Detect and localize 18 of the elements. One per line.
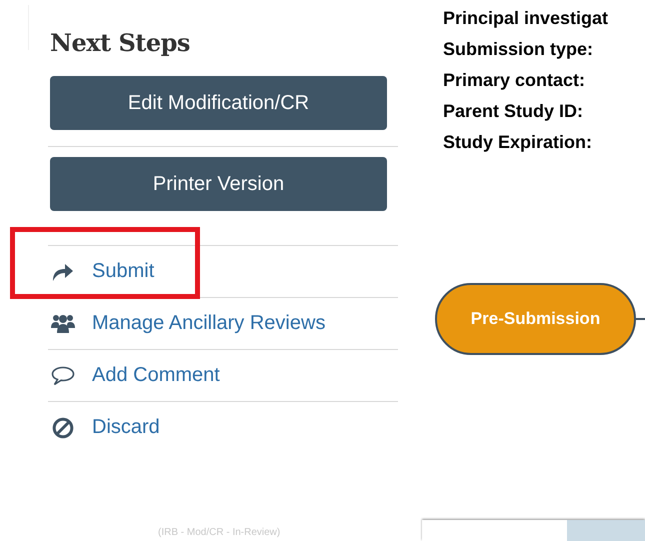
tab[interactable]	[422, 520, 567, 541]
action-button[interactable]: Printer Version	[50, 157, 387, 211]
action-link[interactable]: Manage Ancillary Reviews	[92, 312, 326, 335]
tab[interactable]	[567, 520, 645, 541]
section-heading: Next Steps	[50, 28, 191, 57]
users-icon	[50, 314, 76, 333]
action-button[interactable]: Edit Modification/CR	[50, 76, 387, 130]
action-link[interactable]: Discard	[92, 416, 160, 439]
field-label: Primary contact:	[443, 69, 586, 92]
field-label: Principal investigat	[443, 7, 610, 30]
action-link[interactable]: Add Comment	[92, 364, 220, 387]
field-label: Study Expiration:	[443, 131, 594, 154]
workflow-state-node: Pre-Submission	[435, 283, 636, 355]
ban-icon	[50, 416, 76, 438]
field-label: Submission type:	[443, 38, 594, 61]
field-label: Parent Study ID:	[443, 100, 584, 123]
speech-bubble-icon	[50, 366, 76, 386]
action-link[interactable]: Submit	[92, 260, 154, 283]
